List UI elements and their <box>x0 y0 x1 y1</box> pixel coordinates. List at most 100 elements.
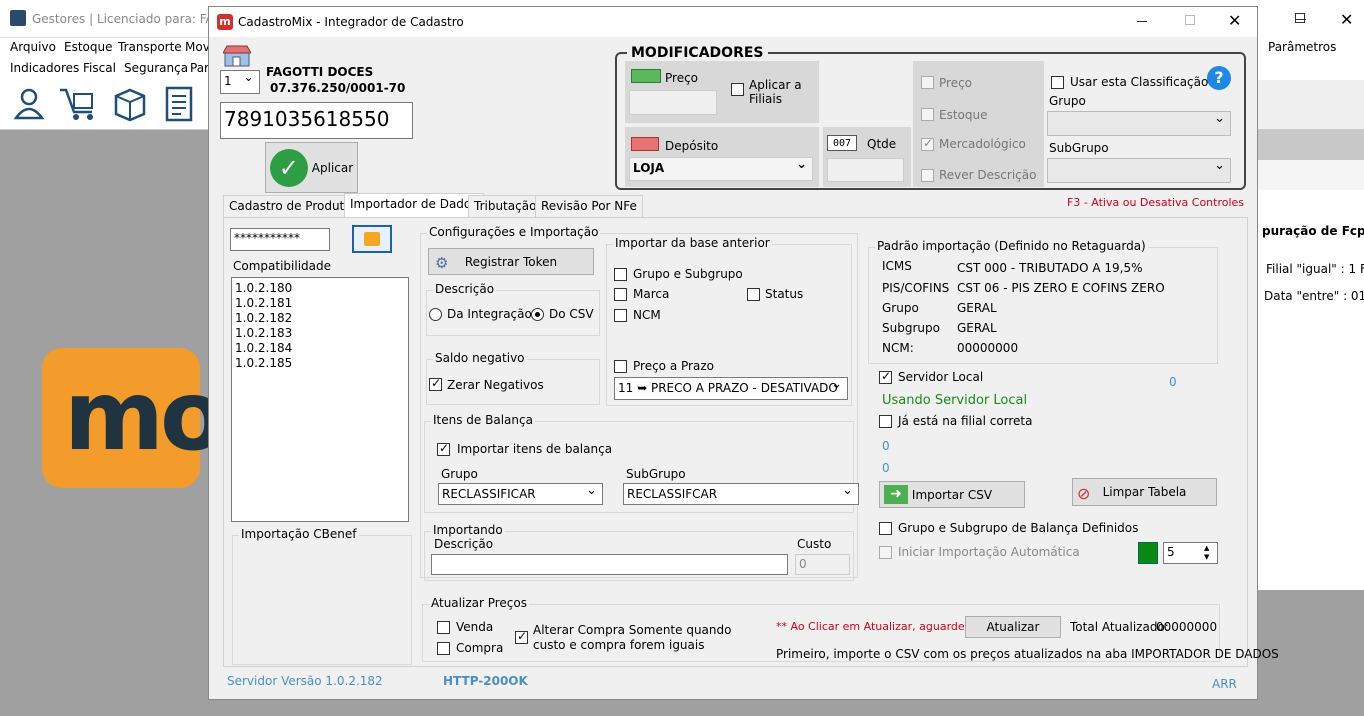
cart-icon[interactable] <box>58 86 100 122</box>
servidor-local-label: Servidor Local <box>898 370 984 384</box>
alterar-compra-checkbox[interactable] <box>515 629 528 644</box>
tab-importador-dados[interactable]: Importador de Dados <box>344 193 484 217</box>
preco-prazo-select[interactable]: 11 ➥ PRECO A PRAZO - DESATIVADO <box>614 377 848 400</box>
limpar-tabela-button[interactable]: ⊘ Limpar Tabela <box>1072 478 1217 506</box>
deposito-select[interactable]: LOJA <box>629 157 813 181</box>
venda-checkbox[interactable] <box>437 621 450 634</box>
padrao-key: Subgrupo <box>882 321 940 335</box>
marca-checkbox[interactable] <box>614 288 627 301</box>
status-label: Status <box>765 287 804 301</box>
venda-label: Venda <box>456 620 494 634</box>
radio-da-integracao-label: Da Integração <box>447 307 532 321</box>
padrao-key: NCM: <box>882 341 914 355</box>
menu-par[interactable]: Par <box>190 61 209 75</box>
grupo-balanca-checkbox[interactable] <box>879 522 892 535</box>
usando-servidor-label: Usando Servidor Local <box>882 393 1028 408</box>
preco-prazo-checkbox[interactable] <box>614 360 627 373</box>
ja-filial-checkbox[interactable] <box>879 415 892 428</box>
grupo-select[interactable] <box>1047 111 1231 136</box>
list-item[interactable]: 1.0.2.182 <box>235 311 405 326</box>
background-right-panel: ✕ Parâmetros puração de Fcp da Filial "i… <box>1258 0 1364 712</box>
zerar-negativos-checkbox[interactable] <box>429 376 442 391</box>
compra-checkbox[interactable] <box>437 642 450 655</box>
f3-hint: F3 - Ativa ou Desativa Controles <box>1067 196 1245 209</box>
menu-indicadores[interactable]: Indicadores <box>10 61 79 75</box>
menu-estoque[interactable]: Estoque <box>64 40 113 54</box>
close-icon[interactable]: ✕ <box>1340 10 1353 29</box>
chk-preco[interactable] <box>921 76 934 89</box>
document-icon[interactable] <box>163 86 195 122</box>
list-item[interactable]: 1.0.2.180 <box>235 281 405 296</box>
tab-tributacao[interactable]: Tributação <box>468 195 543 217</box>
menu-transporte[interactable]: Transporte <box>118 40 182 54</box>
tab-cadastro-produto[interactable]: Cadastro de Produto <box>223 195 358 217</box>
company-index-select[interactable]: 1 <box>220 70 260 94</box>
right-white-area <box>1258 160 1364 190</box>
iniciar-auto-checkbox[interactable] <box>879 546 892 559</box>
lock-button[interactable] <box>352 225 392 253</box>
box-icon[interactable] <box>112 86 148 122</box>
spinner-arrows-icon[interactable]: ▲ ▼ <box>1204 544 1209 562</box>
qtde-input[interactable] <box>827 158 904 182</box>
importando-descricao-input[interactable] <box>431 554 788 575</box>
zerar-negativos-label: Zerar Negativos <box>447 378 544 392</box>
menu-fiscal[interactable]: Fiscal <box>83 61 116 75</box>
tab-revisao-nfe[interactable]: Revisão Por NFe <box>535 195 643 217</box>
tab-content: *********** Compatibilidade 1.0.2.180 1.… <box>223 217 1279 667</box>
list-item[interactable]: 1.0.2.183 <box>235 326 405 341</box>
help-icon[interactable]: ? <box>1207 66 1231 90</box>
ncm-label: NCM <box>633 308 661 322</box>
modificadores-panel: MODIFICADORES Preço Aplicar a Filiais De… <box>615 45 1246 190</box>
custo-input[interactable]: 0 <box>795 554 850 575</box>
right-row-1: Filial "igual" : 1 F <box>1266 262 1364 276</box>
chk-rever[interactable] <box>921 169 934 182</box>
preco-cell: Preço Aplicar a Filiais <box>625 61 819 123</box>
menu-mov[interactable]: Mov <box>185 40 210 54</box>
user-icon[interactable] <box>12 86 46 120</box>
list-item[interactable]: 1.0.2.184 <box>235 341 405 356</box>
interval-spinner[interactable]: 5 <box>1163 542 1218 564</box>
importar-balanca-checkbox[interactable] <box>437 441 450 456</box>
menu-parametros[interactable]: Parâmetros <box>1268 40 1336 54</box>
grupo-label: Grupo <box>1049 94 1086 108</box>
barcode-input[interactable]: 7891035618550 <box>220 102 413 139</box>
registrar-token-button[interactable]: ⚙ Registrar Token <box>428 248 594 275</box>
aplicar-filiais-checkbox[interactable] <box>731 83 744 96</box>
importar-csv-button[interactable]: ➜ Importar CSV <box>879 481 1025 508</box>
menu-seguranca[interactable]: Segurança <box>124 61 188 75</box>
qtde-label: Qtde <box>867 137 897 151</box>
deposito-cell: Depósito LOJA <box>625 127 819 187</box>
chk-estoque[interactable] <box>921 108 934 121</box>
list-item[interactable]: 1.0.2.181 <box>235 296 405 311</box>
password-input[interactable]: *********** <box>230 228 330 251</box>
config-title: Configurações e Importação <box>427 225 601 239</box>
status-checkbox[interactable] <box>747 288 760 301</box>
servidor-local-checkbox[interactable] <box>879 369 892 384</box>
descricao-group: Descrição Da Integração Do CSV <box>426 282 600 336</box>
money-icon <box>631 69 661 83</box>
no-entry-icon: ⊘ <box>1077 484 1091 503</box>
balanca-subgrupo-select[interactable]: RECLASSIFCAR <box>623 483 859 505</box>
radio-do-csv[interactable] <box>531 308 544 321</box>
compat-label: Compatibilidade <box>233 259 332 273</box>
preco-input[interactable] <box>629 90 717 115</box>
grupo-subgrupo-checkbox[interactable] <box>614 268 627 281</box>
radio-da-integracao[interactable] <box>429 308 442 321</box>
subgrupo-select[interactable] <box>1047 158 1231 183</box>
ncm-checkbox[interactable] <box>614 309 627 322</box>
apply-button[interactable]: ✓ Aplicar <box>265 142 358 193</box>
cbenef-label: Importação CBenef <box>239 527 359 541</box>
counter-icon: 007 <box>827 135 857 151</box>
menu-arquivo[interactable]: Arquivo <box>10 40 56 54</box>
versions-list[interactable]: 1.0.2.180 1.0.2.181 1.0.2.182 1.0.2.183 … <box>231 277 409 522</box>
balanca-grupo-select[interactable]: RECLASSIFICAR <box>438 483 603 505</box>
usar-classificacao-checkbox[interactable] <box>1051 76 1064 89</box>
chk-mercadologico[interactable] <box>921 136 934 151</box>
window-maximize-icon <box>1185 15 1195 25</box>
window-close-icon[interactable]: ✕ <box>1228 11 1241 30</box>
window-minimize-icon[interactable] <box>1137 21 1147 22</box>
list-item[interactable]: 1.0.2.185 <box>235 356 405 371</box>
atualizar-button[interactable]: Atualizar <box>965 616 1061 638</box>
maximize-icon[interactable] <box>1295 13 1305 23</box>
window-title-bar: m CadastroMix - Integrador de Cadastro ✕ <box>209 7 1257 37</box>
